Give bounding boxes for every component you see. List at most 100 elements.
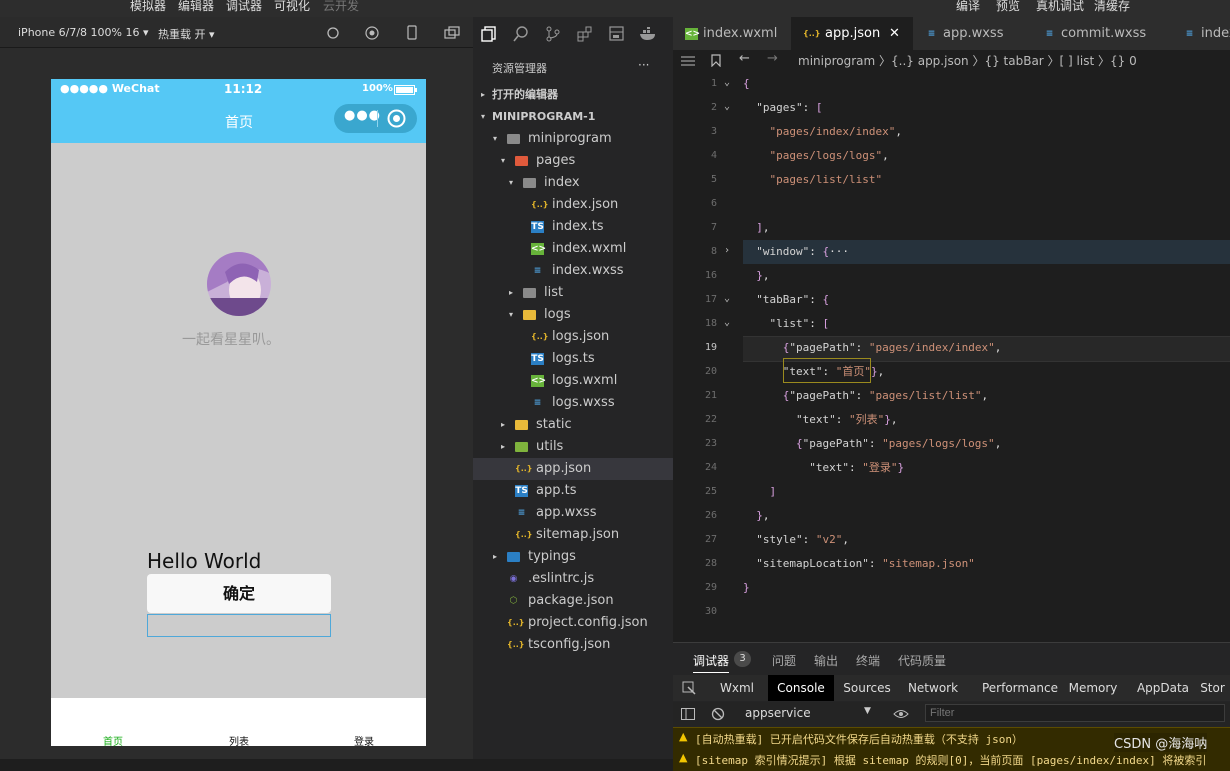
tree-item[interactable]: ≡ logs.wxss xyxy=(473,392,673,414)
text-input[interactable] xyxy=(147,614,331,637)
devtools-tab[interactable]: AppData xyxy=(1128,675,1198,701)
list-icon[interactable] xyxy=(681,55,695,67)
tree-item[interactable]: ▸ utils xyxy=(473,436,673,458)
context-select[interactable]: appservice xyxy=(745,706,811,720)
layout-icon[interactable] xyxy=(609,26,625,42)
tree-item-label: pages xyxy=(536,153,576,168)
debug-tab[interactable]: 输出 xyxy=(814,652,838,669)
sidebar-toggle-icon[interactable] xyxy=(681,708,695,720)
code-editor[interactable]: 1{⌄ 2 "pages": [⌄ 3 "pages/index/index", 4 … xyxy=(673,72,1230,642)
back-arrow-icon[interactable]: ← xyxy=(739,51,750,66)
detach-icon[interactable] xyxy=(444,26,460,40)
menu-simulator[interactable]: 模拟器 xyxy=(130,0,166,14)
menu-clear-cache[interactable]: 清缓存 xyxy=(1094,0,1130,14)
menu-visual[interactable]: 可视化 xyxy=(274,0,310,14)
json-file-icon: {..} xyxy=(515,530,533,539)
debug-tab[interactable]: 终端 xyxy=(856,652,880,669)
tree-item[interactable]: TS logs.ts xyxy=(473,348,673,370)
fold-expanded-icon[interactable]: ⌄ xyxy=(724,317,730,328)
docker-icon[interactable] xyxy=(639,26,657,42)
stop-icon[interactable] xyxy=(365,26,379,40)
source-control-icon[interactable] xyxy=(545,26,561,42)
fold-expanded-icon[interactable]: ⌄ xyxy=(724,101,730,112)
extensions-icon[interactable] xyxy=(577,26,593,42)
open-editors-section[interactable]: ▸ 打开的编辑器 xyxy=(473,84,673,106)
tab-home[interactable]: 首页 xyxy=(103,733,123,746)
inspect-icon[interactable] xyxy=(682,681,696,695)
tree-item[interactable]: ▸ list xyxy=(473,282,673,304)
search-icon[interactable] xyxy=(513,26,529,42)
debug-tab[interactable]: 问题 xyxy=(772,652,796,669)
tree-item[interactable]: {..} app.json xyxy=(473,458,673,480)
menu-remote-debug[interactable]: 真机调试 xyxy=(1036,0,1084,14)
tree-item[interactable]: ≡ index.wxss xyxy=(473,260,673,282)
phone-icon[interactable] xyxy=(406,25,418,41)
devtools-tab[interactable]: Memory xyxy=(1062,675,1124,701)
fold-collapsed-icon[interactable]: › xyxy=(724,245,730,256)
forward-arrow-icon[interactable]: → xyxy=(767,51,778,66)
bookmark-icon[interactable] xyxy=(711,54,721,67)
code-line: }, xyxy=(756,269,770,282)
wxss-file-icon: ≡ xyxy=(533,398,542,408)
debug-tab[interactable]: 代码质量 xyxy=(898,652,946,669)
fold-expanded-icon[interactable]: ⌄ xyxy=(724,77,730,88)
tree-item[interactable]: TS app.ts xyxy=(473,480,673,502)
confirm-button[interactable]: 确定 xyxy=(147,574,331,613)
tree-item[interactable]: {..} tsconfig.json xyxy=(473,634,673,656)
folder-open-icon xyxy=(507,134,520,144)
tree-item[interactable]: {..} logs.json xyxy=(473,326,673,348)
tree-item[interactable]: ⬡ package.json xyxy=(473,590,673,612)
explorer-more-button[interactable]: ··· xyxy=(638,58,649,72)
editor-tab[interactable]: ≡ index xyxy=(1171,17,1230,50)
close-miniprogram-icon[interactable] xyxy=(387,109,406,128)
tree-item[interactable]: <> index.wxml xyxy=(473,238,673,260)
devtools-tab[interactable]: Network xyxy=(899,675,967,701)
files-icon[interactable] xyxy=(481,26,497,42)
tree-item[interactable]: ▾ index xyxy=(473,172,673,194)
fold-expanded-icon[interactable]: ⌄ xyxy=(724,293,730,304)
debug-tab[interactable]: 调试器 xyxy=(693,652,730,673)
project-section[interactable]: ▾ MINIPROGRAM-1 xyxy=(473,106,673,128)
code-line: }, xyxy=(756,509,770,522)
eye-icon[interactable] xyxy=(893,708,909,720)
devtools-tab[interactable]: Wxml xyxy=(715,675,759,701)
chevron-down-icon[interactable]: ▼ xyxy=(864,706,871,716)
filter-input[interactable] xyxy=(925,704,1225,722)
hot-reload-toggle[interactable]: 热重载 开 ▾ xyxy=(158,26,215,42)
capsule-menu[interactable]: ●●● xyxy=(334,104,417,133)
clear-console-icon[interactable] xyxy=(711,707,725,721)
devtools-tab[interactable]: Stor xyxy=(1195,675,1230,701)
tree-item[interactable]: ▾ pages xyxy=(473,150,673,172)
editor-tab[interactable]: {..} app.json ✕ xyxy=(791,17,913,50)
tree-item[interactable]: ◉ .eslintrc.js xyxy=(473,568,673,590)
tree-item[interactable]: ▾ logs xyxy=(473,304,673,326)
refresh-icon[interactable] xyxy=(326,26,340,40)
tree-item[interactable]: {..} index.json xyxy=(473,194,673,216)
tree-item[interactable]: TS index.ts xyxy=(473,216,673,238)
devtools-tab[interactable]: Sources xyxy=(835,675,899,701)
device-select[interactable]: iPhone 6/7/8 100% 16 ▾ xyxy=(18,26,149,39)
tree-item[interactable]: {..} sitemap.json xyxy=(473,524,673,546)
menu-preview[interactable]: 预览 xyxy=(996,0,1020,14)
devtools-tab[interactable]: Console xyxy=(768,675,834,701)
menu-editor[interactable]: 编辑器 xyxy=(178,0,214,14)
tree-item[interactable]: ≡ app.wxss xyxy=(473,502,673,524)
tree-item[interactable]: <> logs.wxml xyxy=(473,370,673,392)
menu-cloud[interactable]: 云开发 xyxy=(323,0,359,14)
tree-item[interactable]: ▸ typings xyxy=(473,546,673,568)
tree-item[interactable]: ▸ static xyxy=(473,414,673,436)
editor-tab[interactable]: ≡ commit.wxss xyxy=(1031,17,1171,50)
menu-debugger[interactable]: 调试器 xyxy=(226,0,262,14)
breadcrumb-path[interactable]: miniprogram 〉{..} app.json 〉{} tabBar 〉[… xyxy=(798,52,1137,69)
tree-item[interactable]: ▾ miniprogram xyxy=(473,128,673,150)
menu-compile[interactable]: 编译 xyxy=(956,0,980,14)
tab-list[interactable]: 列表 xyxy=(229,733,249,746)
editor-tab[interactable]: ≡ app.wxss xyxy=(913,17,1031,50)
devtools-tab[interactable]: Performance xyxy=(968,675,1072,701)
tree-item[interactable]: {..} project.config.json xyxy=(473,612,673,634)
code-line: ] xyxy=(769,485,777,498)
close-icon[interactable]: ✕ xyxy=(889,17,900,50)
more-dots-icon[interactable]: ●●● xyxy=(344,108,381,123)
editor-tab[interactable]: <> index.wxml xyxy=(673,17,791,50)
tab-login[interactable]: 登录 xyxy=(354,733,374,746)
